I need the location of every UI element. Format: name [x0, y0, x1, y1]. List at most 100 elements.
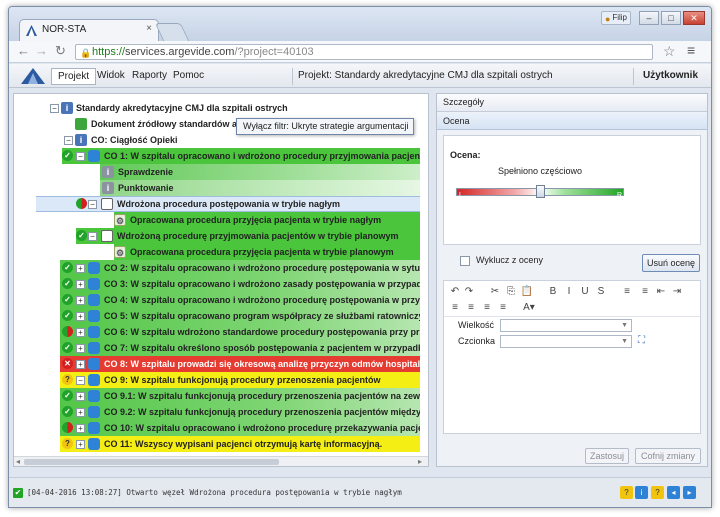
close-window-button[interactable]: ✕ — [683, 11, 705, 25]
expand-icon[interactable]: + — [76, 312, 85, 321]
editor-tool-button[interactable]: U — [578, 285, 592, 299]
editor-tool-button[interactable]: S — [594, 285, 608, 299]
expand-icon[interactable]: + — [76, 296, 85, 305]
expand-icon[interactable]: + — [76, 344, 85, 353]
collapse-icon[interactable]: − — [88, 200, 97, 209]
status-ok-icon: ✓ — [62, 310, 73, 321]
forward-arrow-icon[interactable]: → — [35, 44, 48, 58]
editor-tool-button[interactable]: ✂ — [488, 285, 502, 299]
status-half-icon — [62, 326, 73, 337]
revert-button[interactable]: Cofnij zmiany — [635, 448, 701, 464]
menu-uzytkownik[interactable]: Użytkownik — [643, 68, 698, 83]
tab-close-icon[interactable]: × — [146, 23, 152, 34]
editor-tool-button[interactable]: ≡ — [620, 285, 634, 299]
expand-icon[interactable]: + — [76, 408, 85, 417]
expand-icon[interactable]: + — [76, 392, 85, 401]
horizontal-scrollbar[interactable]: ◂ ▸ — [14, 456, 428, 466]
editor-tool-button[interactable]: I — [562, 285, 576, 299]
tree-row[interactable]: ✓ + CO 3: W szpitalu opracowano i wdrożono… — [14, 276, 420, 292]
tree-row[interactable]: ✕ + CO 8: W szpitalu prowadzi się okresową… — [14, 356, 420, 372]
slider-thumb[interactable] — [536, 185, 545, 198]
scrollbar-thumb[interactable] — [24, 459, 279, 465]
tree-row[interactable]: ✓ + CO 7: W szpitalu określono sposób post… — [14, 340, 420, 356]
editor-align-button[interactable]: ≡ — [448, 301, 462, 315]
browser-menu-icon[interactable]: ≡ — [687, 42, 695, 58]
menu-projekt[interactable]: Projekt — [51, 68, 97, 85]
font-select[interactable]: ▼ — [500, 335, 632, 348]
collapse-icon[interactable]: − — [50, 104, 59, 113]
profile-indicator[interactable]: ● Filip — [601, 11, 631, 25]
scroll-left-icon[interactable]: ◂ — [16, 457, 20, 466]
menu-pomoc[interactable]: Pomoc — [167, 68, 210, 85]
tree-row[interactable]: ✓ + CO 2: W szpitalu opracowano i wdrożono… — [14, 260, 420, 276]
tree-row[interactable]: ✓ + CO 9.1: W szpitalu funkcjonują procedu… — [14, 388, 420, 404]
back-arrow-icon[interactable]: ← — [17, 44, 30, 58]
remove-assessment-button[interactable]: Usuń ocenę — [642, 254, 700, 272]
editor-align-button[interactable]: ≡ — [480, 301, 494, 315]
tree-row[interactable]: ✓ + CO 4: W szpitalu opracowano i wdrożono… — [14, 292, 420, 308]
editor-tool-button[interactable]: B — [546, 285, 560, 299]
new-tab-button[interactable] — [154, 23, 190, 41]
tree-row[interactable]: ? + CO 11: Wszyscy wypisani pacjenci otrzy… — [14, 436, 420, 452]
tree-row[interactable]: ⚙ Opracowana procedura przyjęcia pacjenta… — [14, 212, 420, 228]
help-icon[interactable]: ? — [620, 486, 633, 499]
maximize-button[interactable]: □ — [661, 11, 681, 25]
expand-icon[interactable]: + — [76, 424, 85, 433]
rich-text-editor[interactable]: ↶ ↷ ✂ ⎘ 📋 B I U S ≡ ≡ ⇤ ⇥ ≡ ≡ ≡ ≡ A▾ Wielkość ▼ Czcionka… — [443, 280, 701, 434]
browser-tab[interactable]: NOR-STA × — [19, 19, 159, 41]
expand-icon[interactable]: + — [76, 328, 85, 337]
tree-row-label: CO 9: W szpitalu funkcjonują procedury p… — [104, 375, 381, 385]
tree-row[interactable]: − Wdrożona procedura postępowania w trybi… — [14, 196, 420, 212]
tree-row[interactable]: i Punktowanie — [14, 180, 420, 196]
accordion-szczegoly[interactable]: Szczegóły — [437, 94, 707, 112]
menu-widok[interactable]: Widok — [91, 68, 131, 85]
tree-row[interactable]: ✓ − Wdrożoną procedurę przyjmowania pacjen… — [14, 228, 420, 244]
address-bar[interactable]: 🔒 https://services.argevide.com/?project… — [75, 44, 653, 60]
tree-row-label: CO 5: W szpitalu opracowano program wspó… — [104, 311, 420, 321]
collapse-icon[interactable]: − — [64, 136, 73, 145]
tree-row[interactable]: + CO 6: W szpitalu wdrożono standardowe p… — [14, 324, 420, 340]
tree-row[interactable]: ✓ + CO 5: W szpitalu opracowano program ws… — [14, 308, 420, 324]
expand-icon[interactable]: + — [76, 264, 85, 273]
scroll-right-icon[interactable]: ▸ — [418, 457, 422, 466]
reload-icon[interactable]: ↻ — [55, 44, 66, 58]
size-select[interactable]: ▼ — [500, 319, 632, 332]
tree-row-label: CO 1: W szpitalu opracowano i wdrożono p… — [104, 151, 420, 161]
editor-tool-button[interactable]: ↶ — [448, 285, 462, 299]
editor-tool-button[interactable]: ↷ — [462, 285, 476, 299]
fullscreen-icon[interactable]: ⛶ — [638, 335, 650, 347]
question-icon[interactable]: ? — [651, 486, 664, 499]
tree-row[interactable]: ? − CO 9: W szpitalu funkcjonują procedury… — [14, 372, 420, 388]
collapse-icon[interactable]: − — [76, 152, 85, 161]
prev-icon[interactable]: ◂ — [667, 486, 680, 499]
tree-row[interactable]: + CO 10: W szpitalu opracowano i wdrożono… — [14, 420, 420, 436]
editor-tool-button[interactable]: ⇤ — [654, 285, 668, 299]
editor-tool-button[interactable]: ⇥ — [670, 285, 684, 299]
minimize-button[interactable]: – — [639, 11, 659, 25]
tree-row[interactable]: i Sprawdzenie — [14, 164, 420, 180]
editor-align-button[interactable]: A▾ — [518, 301, 540, 315]
editor-tool-button[interactable]: ⎘ — [504, 285, 518, 299]
tree-row[interactable]: ✓ − CO 1: W szpitalu opracowano i wdrożono… — [14, 148, 420, 164]
apply-button[interactable]: Zastosuj — [585, 448, 629, 464]
editor-tool-button[interactable]: ≡ — [638, 285, 652, 299]
bookmark-star-icon[interactable]: ☆ — [663, 43, 676, 60]
menu-raporty[interactable]: Raporty — [126, 68, 173, 85]
accordion-ocena[interactable]: Ocena — [437, 113, 707, 130]
editor-align-button[interactable]: ≡ — [496, 301, 510, 315]
assessment-slider[interactable]: L R — [456, 185, 624, 200]
expand-icon[interactable]: + — [76, 360, 85, 369]
editor-align-button[interactable]: ≡ — [464, 301, 478, 315]
collapse-icon[interactable]: − — [76, 376, 85, 385]
exclude-checkbox[interactable] — [460, 256, 470, 266]
editor-tool-button[interactable]: 📋 — [520, 285, 534, 299]
tree-row[interactable]: ⚙ Opracowana procedura przyjęcia pacjenta… — [14, 244, 420, 260]
info-icon[interactable]: i — [635, 486, 648, 499]
filter-tooltip[interactable]: Wyłącz filtr: Ukryte strategie argumenta… — [236, 118, 414, 135]
tree-row[interactable]: − i Standardy akredytacyjne CMJ dla szpita… — [14, 100, 420, 116]
expand-icon[interactable]: + — [76, 280, 85, 289]
collapse-icon[interactable]: − — [88, 232, 97, 241]
expand-icon[interactable]: + — [76, 440, 85, 449]
tree-row[interactable]: ✓ + CO 9.2: W szpitalu funkcjonują procedu… — [14, 404, 420, 420]
next-icon[interactable]: ▸ — [683, 486, 696, 499]
